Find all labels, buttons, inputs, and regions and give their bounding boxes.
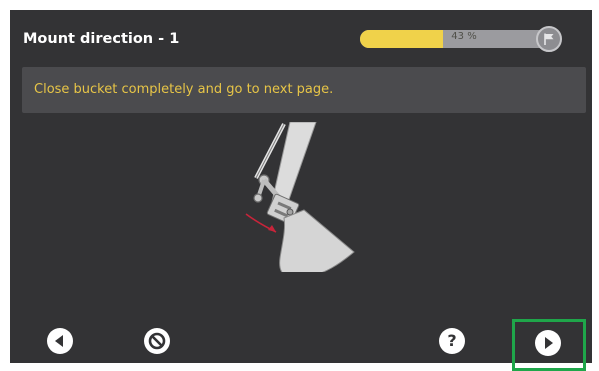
bucket-illustration — [234, 121, 364, 279]
progress-track: 43 % — [360, 30, 552, 48]
back-button[interactable] — [47, 328, 73, 354]
cancel-button[interactable] — [144, 328, 170, 354]
instruction-banner: Close bucket completely and go to next p… — [22, 67, 586, 113]
calibration-screen: Mount direction - 1 43 % Close bucket co… — [10, 10, 592, 371]
instruction-text: Close bucket completely and go to next p… — [34, 82, 334, 97]
finish-flag-icon — [536, 26, 562, 52]
next-arrow-icon — [545, 337, 553, 349]
back-arrow-icon — [55, 335, 63, 347]
cancel-icon — [148, 332, 166, 350]
help-icon: ? — [447, 331, 457, 350]
progress-label: 43 % — [451, 31, 477, 42]
next-button[interactable] — [535, 330, 561, 356]
page-title: Mount direction - 1 — [23, 31, 180, 47]
progress-fill — [360, 30, 443, 48]
progress-bar: 43 % — [360, 26, 566, 52]
bucket — [279, 209, 355, 279]
help-button[interactable]: ? — [439, 328, 465, 354]
